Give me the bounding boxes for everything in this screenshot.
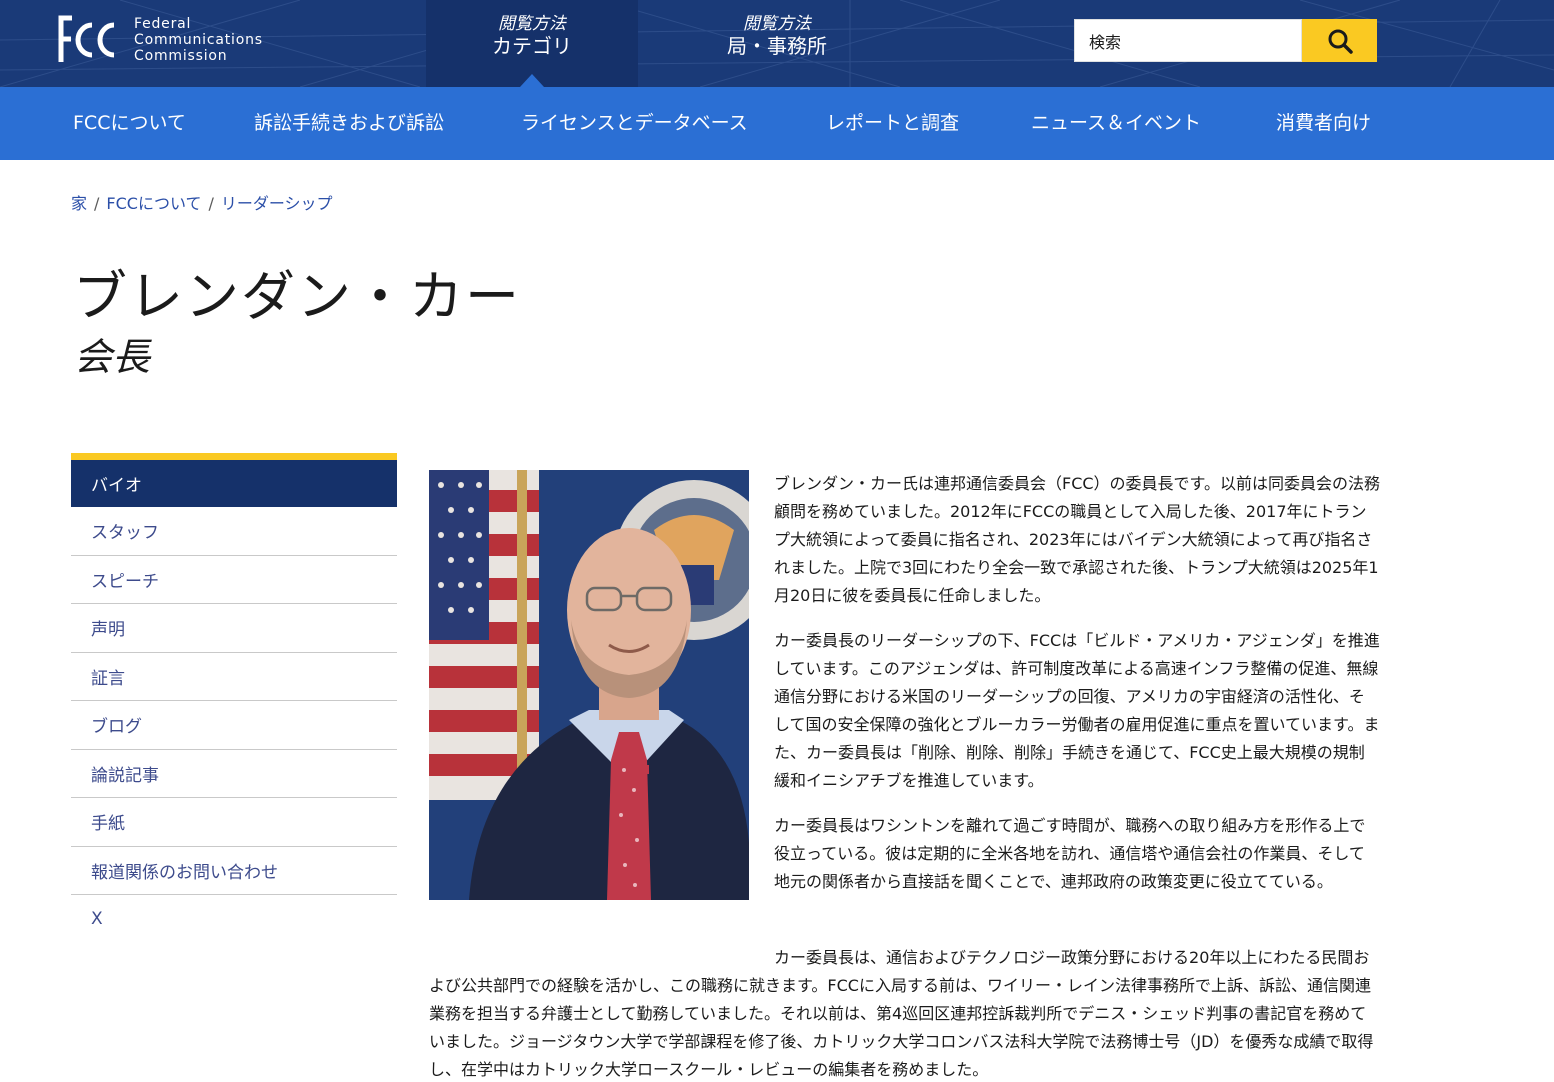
bio-paragraph-4: カー委員長は、通信およびテクノロジー政策分野における20年以上にわたる民間および…	[429, 948, 1374, 1079]
sidenav-item-letters[interactable]: 手紙	[71, 798, 397, 847]
browse-bureau-label: 局・事務所	[727, 33, 827, 58]
fcc-logo-icon	[58, 15, 115, 62]
breadcrumb: 家 / FCCについて / リーダーシップ	[71, 194, 333, 213]
sidenav-item-speeches[interactable]: スピーチ	[71, 556, 397, 604]
breadcrumb-about[interactable]: FCCについて	[106, 194, 201, 213]
browse-bureau-small-label: 閲覧方法	[743, 13, 811, 34]
nav-consumers[interactable]: 消費者向け	[1276, 87, 1371, 160]
site-header: Federal Communications Commission 閲覧方法 カ…	[0, 0, 1554, 87]
page-subtitle: 会長	[74, 335, 151, 379]
logo-text: Federal Communications Commission	[134, 16, 263, 64]
sidenav-accent-bar	[71, 453, 397, 460]
breadcrumb-leadership[interactable]: リーダーシップ	[221, 194, 333, 213]
browse-by-category[interactable]: 閲覧方法 カテゴリ	[426, 0, 638, 87]
portrait-image	[429, 470, 749, 900]
nav-proceedings[interactable]: 訴訟手続きおよび訴訟	[254, 87, 444, 160]
sidenav-item-x[interactable]: X	[71, 895, 397, 944]
browse-category-small-label: 閲覧方法	[498, 13, 566, 34]
bio-content: ブレンダン・カー氏は連邦通信委員会（FCC）の委員長です。以前は同委員会の法務顧…	[774, 470, 1380, 913]
sidenav-item-press-contact[interactable]: 報道関係のお問い合わせ	[71, 847, 397, 895]
search-input[interactable]: 検索	[1074, 19, 1302, 62]
sidenav-item-blog[interactable]: ブログ	[71, 701, 397, 750]
bio-paragraph-2: カー委員長のリーダーシップの下、FCCは「ビルド・アメリカ・アジェンダ」を推進し…	[774, 631, 1380, 790]
nav-news-events[interactable]: ニュース＆イベント	[1031, 87, 1201, 160]
search-icon	[1328, 29, 1353, 54]
search-button[interactable]	[1302, 19, 1377, 62]
nav-about-fcc[interactable]: FCCについて	[73, 87, 186, 160]
breadcrumb-home[interactable]: 家	[71, 194, 87, 213]
browse-category-label: カテゴリ	[492, 33, 572, 58]
sidenav-item-bio[interactable]: バイオ	[71, 460, 397, 507]
main-navigation: FCCについて 訴訟手続きおよび訴訟 ライセンスとデータベース レポートと調査 …	[0, 87, 1554, 160]
page-title: ブレンダン・カー	[73, 265, 521, 328]
bio-paragraph-1: ブレンダン・カー氏は連邦通信委員会（FCC）の委員長です。以前は同委員会の法務顧…	[774, 474, 1380, 605]
browse-by-bureau[interactable]: 閲覧方法 局・事務所	[672, 0, 882, 87]
side-navigation: バイオ スタッフ スピーチ 声明 証言 ブログ 論説記事 手紙 報道関係のお問い…	[71, 453, 397, 944]
bio-paragraph-3: カー委員長はワシントンを離れて過ごす時間が、職務への取り組み方を形作る上で役立っ…	[774, 816, 1366, 891]
sidenav-item-staff[interactable]: スタッフ	[71, 507, 397, 556]
nav-reports[interactable]: レポートと調査	[826, 87, 959, 160]
sidenav-item-statements[interactable]: 声明	[71, 604, 397, 653]
sidenav-item-op-eds[interactable]: 論説記事	[71, 750, 397, 798]
fcc-logo[interactable]: Federal Communications Commission	[58, 14, 263, 66]
sidenav-item-testimony[interactable]: 証言	[71, 653, 397, 701]
chairman-portrait	[429, 470, 749, 900]
nav-licensing[interactable]: ライセンスとデータベース	[521, 87, 748, 160]
